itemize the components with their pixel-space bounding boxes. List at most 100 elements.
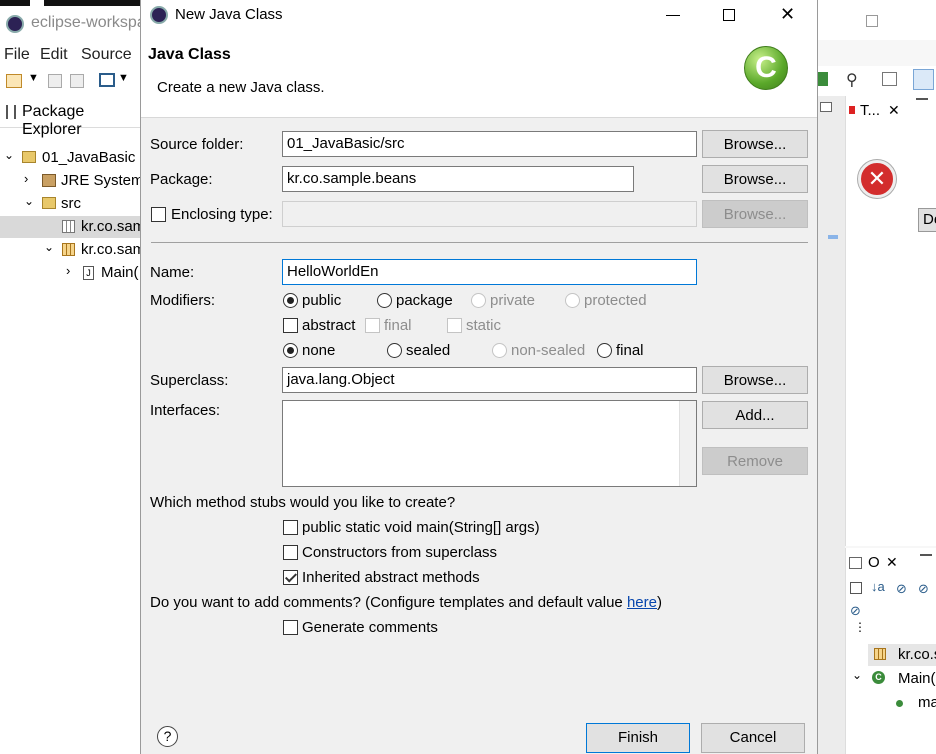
java-perspective-icon[interactable] — [913, 69, 934, 90]
tree-item-label: 01_JavaBasic — [42, 149, 136, 166]
dropdown-icon[interactable]: ▼ — [28, 72, 39, 84]
restore-icon[interactable] — [820, 102, 832, 112]
public-radio[interactable] — [283, 293, 298, 308]
close-icon[interactable]: ✕ — [886, 554, 898, 571]
collapse-all-icon[interactable] — [850, 582, 862, 594]
run-icon[interactable] — [818, 72, 828, 86]
dropdown-icon-2[interactable]: ▼ — [118, 72, 129, 84]
eclipse-logo-icon — [6, 15, 24, 33]
minimize-icon[interactable] — [916, 98, 928, 108]
dialog-button-bar: ? Finish Cancel — [141, 704, 817, 754]
package-label: Package: — [150, 171, 213, 188]
package-field[interactable]: kr.co.sample.beans — [282, 166, 634, 192]
protected-radio[interactable] — [565, 293, 580, 308]
superclass-browse-button[interactable]: Browse... — [702, 366, 808, 394]
minimize-icon[interactable] — [920, 554, 932, 564]
menu-file[interactable]: File — [4, 46, 30, 64]
task-tab-label[interactable]: T... — [860, 102, 880, 119]
tree-item-project[interactable]: ⌄ 01_JavaBasic — [0, 147, 140, 169]
package-icon — [62, 243, 75, 256]
open-perspective-icon[interactable] — [882, 72, 897, 86]
eclipse-right-toolbar: ⚲ — [818, 66, 936, 96]
enclosing-type-checkbox[interactable] — [151, 207, 166, 222]
interfaces-scrollbar[interactable] — [679, 401, 696, 486]
tree-item-package-1[interactable]: kr.co.sam — [0, 216, 140, 238]
enclosing-type-field[interactable] — [282, 201, 697, 227]
save-all-icon[interactable] — [70, 74, 84, 88]
final-sealing-radio[interactable] — [597, 343, 612, 358]
tree-item-package-2[interactable]: ⌄ kr.co.sam — [0, 239, 140, 261]
tree-item-src[interactable]: ⌄ src — [0, 193, 140, 215]
help-icon[interactable]: ? — [157, 726, 178, 747]
sealed-radio[interactable] — [387, 343, 402, 358]
hide-fields-icon[interactable]: ⊘ — [896, 581, 907, 597]
interfaces-list[interactable] — [282, 400, 697, 487]
none-radio[interactable] — [283, 343, 298, 358]
chevron-down-icon[interactable]: ⌄ — [852, 668, 862, 682]
configure-templates-link[interactable]: here — [627, 594, 657, 611]
new-icon[interactable] — [6, 74, 22, 88]
private-radio[interactable] — [471, 293, 486, 308]
abstract-checkbox[interactable] — [283, 318, 298, 333]
package-explorer-tab[interactable]: Package Explorer — [0, 96, 140, 138]
name-field[interactable]: HelloWorldEn — [282, 259, 697, 285]
outline-row-class[interactable]: ⌄ C Main( — [846, 668, 936, 690]
console-icon[interactable] — [99, 73, 115, 87]
minimize-icon[interactable] — [666, 15, 680, 16]
enclosing-type-browse-button[interactable]: Browse... — [702, 200, 808, 228]
generate-comments-checkbox[interactable] — [283, 620, 298, 635]
remove-interface-button[interactable]: Remove — [702, 447, 808, 475]
maximize-icon[interactable] — [723, 9, 735, 21]
menu-source[interactable]: Source — [81, 46, 132, 64]
sort-icon[interactable]: ↓a — [871, 579, 885, 594]
search-icon[interactable]: ⚲ — [846, 70, 858, 90]
chevron-right-icon[interactable]: › — [24, 171, 28, 186]
package-radio[interactable] — [377, 293, 392, 308]
chevron-down-icon[interactable]: ⌄ — [24, 194, 34, 208]
save-icon[interactable] — [48, 74, 62, 88]
stubs-question: Which method stubs would you like to cre… — [150, 494, 456, 511]
details-button[interactable]: De — [918, 208, 936, 232]
package-icon — [874, 648, 886, 660]
error-icon: ✕ — [858, 160, 896, 198]
source-folder-browse-button[interactable]: Browse... — [702, 130, 808, 158]
project-icon — [22, 151, 36, 163]
outline-tab-label[interactable]: O — [868, 554, 880, 571]
sealed-label: sealed — [406, 342, 451, 359]
package-icon — [62, 220, 75, 233]
menu-icon[interactable]: ⋮ — [854, 621, 866, 633]
outline-row-method[interactable]: ma — [846, 692, 936, 714]
main-stub-checkbox[interactable] — [283, 520, 298, 535]
final-checkbox[interactable] — [365, 318, 380, 333]
hide-static-icon[interactable]: ⊘ — [918, 581, 929, 597]
inherited-stub-checkbox[interactable] — [283, 570, 298, 585]
comments-question-end: ) — [656, 594, 662, 611]
non-sealed-radio[interactable] — [492, 343, 507, 358]
finish-button[interactable]: Finish — [586, 723, 690, 753]
chevron-down-icon[interactable]: ⌄ — [44, 240, 54, 254]
cancel-button[interactable]: Cancel — [701, 723, 805, 753]
java-file-icon: J — [83, 266, 94, 280]
hide-nonpublic-icon[interactable]: ⊘ — [850, 603, 861, 619]
chevron-down-icon[interactable]: ⌄ — [4, 148, 14, 162]
outline-row-selected[interactable]: kr.co.s — [868, 644, 936, 666]
generate-comments-label: Generate comments — [302, 619, 438, 636]
none-label: none — [302, 342, 336, 359]
static-checkbox[interactable] — [447, 318, 462, 333]
close-icon[interactable]: ✕ — [888, 102, 900, 119]
package-browse-button[interactable]: Browse... — [702, 165, 808, 193]
close-icon[interactable]: ✕ — [780, 4, 795, 25]
marker-icon — [828, 235, 838, 239]
tree-item-jre[interactable]: › JRE System — [0, 170, 140, 192]
add-interface-button[interactable]: Add... — [702, 401, 808, 429]
superclass-field[interactable]: java.lang.Object — [282, 367, 697, 393]
protected-label: protected — [584, 292, 647, 309]
chevron-right-icon[interactable]: › — [66, 263, 70, 278]
tree-item-main[interactable]: › J Main( — [0, 262, 140, 284]
menu-edit[interactable]: Edit — [40, 46, 68, 64]
maximize-icon[interactable] — [866, 15, 878, 27]
source-folder-field[interactable]: 01_JavaBasic/src — [282, 131, 697, 157]
inherited-stub-label: Inherited abstract methods — [302, 569, 480, 586]
constructors-stub-checkbox[interactable] — [283, 545, 298, 560]
eclipse-right-titlebar — [818, 0, 936, 40]
